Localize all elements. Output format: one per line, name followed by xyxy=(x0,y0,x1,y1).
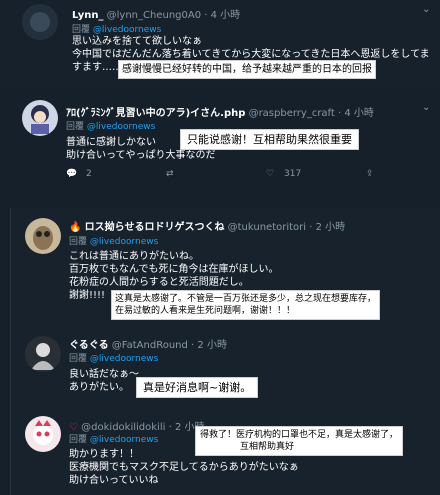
reply-to-link[interactable]: @livedoornews xyxy=(87,122,155,132)
reply-prefix: 回覆 xyxy=(72,25,91,35)
tweet-line: これは普通にありがたいね。 xyxy=(69,251,199,262)
tweet-header: Lynn_ @lynn_Cheung0A0 · 4 小時 xyxy=(72,10,241,21)
tweet-header: ｱﾛ(ｸﾞﾗﾐﾝｸﾞ見習い中のアラ)イさん.php @raspberry_cra… xyxy=(66,108,374,119)
tweet-text: 良い話だなぁ～ ありがたい。 xyxy=(69,368,139,394)
tweet-line: 医療機関でもマスク不足してるからありがたいなぁ xyxy=(69,462,299,473)
retweet-icon[interactable]: ⇄ xyxy=(166,169,174,179)
user-handle[interactable]: @lynn_Cheung0A0 xyxy=(107,10,201,21)
user-name[interactable]: ロス拗らせるロドリゲスつくね xyxy=(85,222,225,233)
avatar[interactable] xyxy=(25,416,61,452)
like-count: 317 xyxy=(284,169,302,179)
tweet-time[interactable]: 2 小時 xyxy=(197,340,227,351)
annotation-line: 这真是太感谢了。不管是一百万张还是多少，总之现在想要库存， xyxy=(115,294,377,304)
user-handle[interactable]: @FatAndRound xyxy=(112,340,188,351)
tweet-actions: 💬 2 ⇄ ♡ 317 ⇪ xyxy=(66,169,426,183)
tweet-line: 良い話だなぁ～ xyxy=(69,369,139,380)
user-handle[interactable]: @raspberry_craft xyxy=(249,108,335,119)
tweet-line: 百万枚でもなんでも死に角今は在庫がほしい。 xyxy=(69,264,279,275)
reply-to-link[interactable]: @livedoornews xyxy=(90,237,158,247)
reply-context: 回覆 @livedoornews xyxy=(69,351,158,364)
reply-count: 2 xyxy=(86,169,92,179)
tweet-panel-2: ｱﾛ(ｸﾞﾗﾐﾝｸﾞ見習い中のアラ)イさん.php @raspberry_cra… xyxy=(0,92,440,208)
heart-icon[interactable]: ♡ xyxy=(266,169,274,179)
user-name[interactable]: Lynn_ xyxy=(72,10,103,21)
translation-annotation: 真是好消息啊~谢谢。 xyxy=(136,377,259,398)
tweet-time[interactable]: 2 小時 xyxy=(316,222,346,233)
tweet-header: ♡ @dokidokilidokili · 2 小時 xyxy=(69,422,205,433)
user-name[interactable]: ぐるぐる xyxy=(69,340,109,351)
tweet-time[interactable]: 4 小時 xyxy=(344,108,374,119)
tweet-line: 助け合いってやっぱり大事なのだ xyxy=(66,150,216,161)
avatar[interactable] xyxy=(22,100,58,136)
annotation-line: 互相帮助真好 xyxy=(240,442,295,452)
annotation-line: 在易过敏的人看来是生死问题啊，谢谢！！！ xyxy=(115,306,296,316)
reply-context: 回覆 @livedoornews xyxy=(69,234,158,247)
tweet-time[interactable]: 4 小時 xyxy=(211,10,241,21)
chevron-down-icon[interactable]: ⌄ xyxy=(422,102,430,113)
reply-to-link[interactable]: @livedoornews xyxy=(90,354,158,364)
fire-icon: 🔥 xyxy=(69,222,82,233)
tweet-line: 思い込みを捨てて欲しいなぁ xyxy=(72,36,202,47)
reply-icon[interactable]: 💬 xyxy=(66,169,77,179)
reply-prefix: 回覆 xyxy=(69,354,88,364)
reply-context: 回覆 @livedoornews xyxy=(69,432,158,445)
reply-prefix: 回覆 xyxy=(66,122,85,132)
chevron-down-icon[interactable]: ⌄ xyxy=(422,4,430,15)
avatar[interactable] xyxy=(22,4,58,40)
annotation-line: 得救了！医疗机构的口罩也不足，真是太感谢了， xyxy=(200,430,399,440)
tweet-header: ぐるぐる @FatAndRound · 2 小時 xyxy=(69,340,227,351)
tweet-line: ありがたい。 xyxy=(69,382,129,393)
reply-to-link[interactable]: @livedoornews xyxy=(93,25,161,35)
translation-annotation: 得救了！医疗机构的口罩也不足，真是太感谢了， 互相帮助真好 xyxy=(195,426,404,456)
avatar[interactable] xyxy=(25,336,61,372)
user-name[interactable]: ｱﾛ(ｸﾞﾗﾐﾝｸﾞ見習い中のアラ)イさん.php xyxy=(66,108,245,119)
reply-prefix: 回覆 xyxy=(69,435,88,445)
tweet-panel-1: Lynn_ @lynn_Cheung0A0 · 4 小時 ⌄ 回覆 @lived… xyxy=(0,0,440,90)
tweet-line: 助け合いっていいね xyxy=(69,475,159,486)
user-handle[interactable]: @tukunetoritori xyxy=(228,222,306,233)
translation-annotation: 只能说感谢！互相帮助果然很重要 xyxy=(180,129,359,150)
reply-context: 回覆 @livedoornews xyxy=(72,22,161,35)
reply-to-link[interactable]: @livedoornews xyxy=(90,435,158,445)
reply-context: 回覆 @livedoornews xyxy=(66,119,155,132)
translation-annotation: 感谢慢慢已经好转的中国，给予越来越严重的日本的回报 xyxy=(118,60,376,79)
translation-annotation: 这真是太感谢了。不管是一百万张还是多少，总之现在想要库存， 在易过敏的人看来是生… xyxy=(111,290,381,320)
tweet-panel-3: 🔥 ロス拗らせるロドリゲスつくね @tukunetoritori · 2 小時 … xyxy=(10,208,440,495)
tweet-line: 花粉症の人間からすると死活問題だし。 xyxy=(69,277,249,288)
avatar[interactable] xyxy=(25,218,61,254)
reply-prefix: 回覆 xyxy=(69,237,88,247)
share-icon[interactable]: ⇪ xyxy=(366,169,374,179)
tweet-header: 🔥 ロス拗らせるロドリゲスつくね @tukunetoritori · 2 小時 xyxy=(69,222,346,233)
